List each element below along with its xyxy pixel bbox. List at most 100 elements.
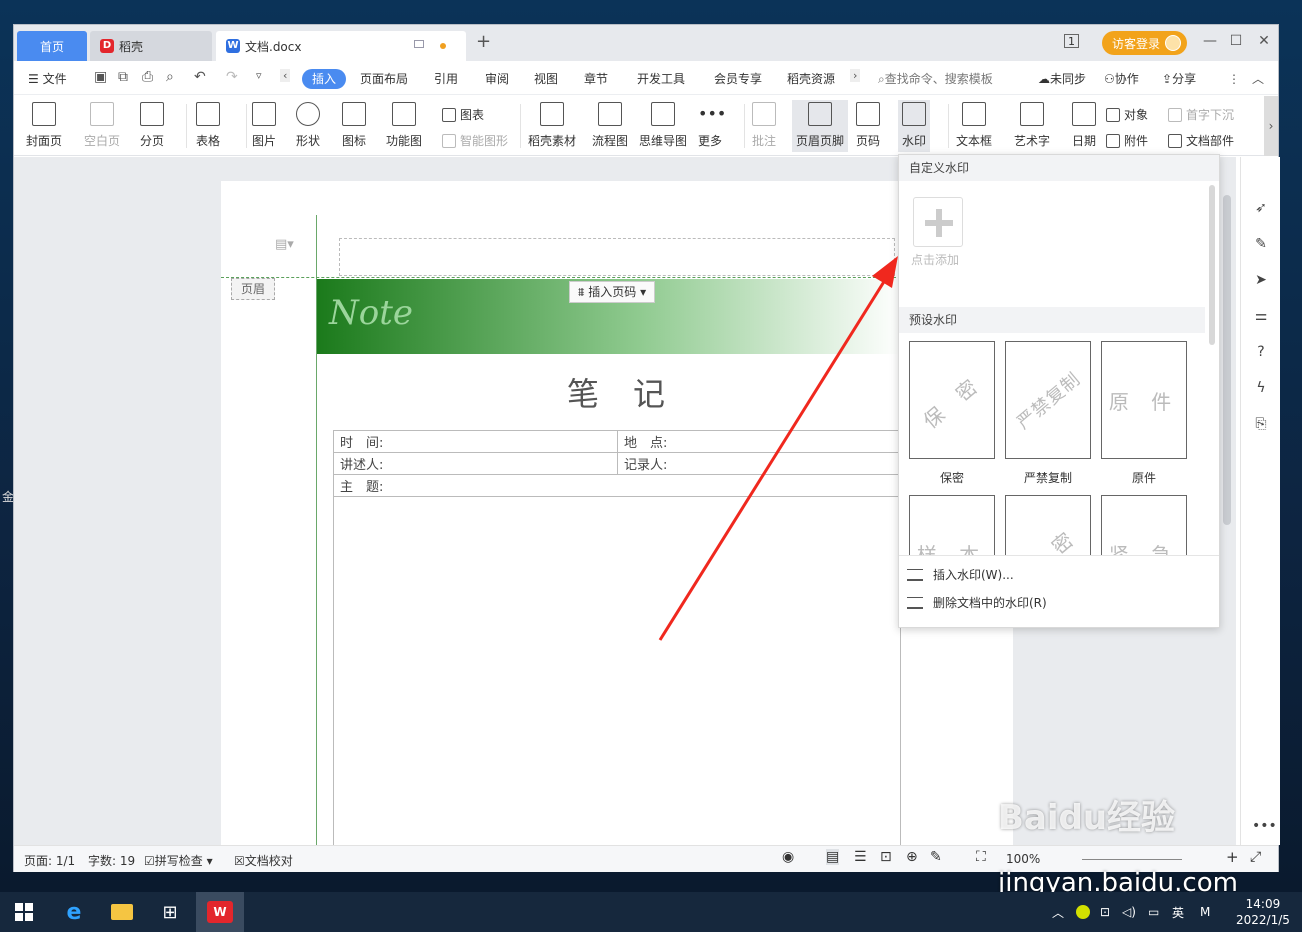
read-view-icon[interactable]: ⊡ (880, 849, 892, 865)
tab-chapter[interactable]: 章节 (584, 69, 608, 89)
vertical-scrollbar[interactable] (1222, 165, 1232, 805)
function-map-button[interactable]: 功能图 (386, 102, 422, 149)
table-cell[interactable]: 讲述人: (333, 452, 618, 475)
new-tab-button[interactable]: + (476, 31, 491, 52)
daoke-assets-button[interactable]: 稻壳素材 (528, 102, 576, 149)
tab-document[interactable]: W 文档.docx (216, 31, 466, 61)
outline-view-icon[interactable]: ☰ (854, 849, 867, 865)
minimize-button[interactable]: — (1198, 31, 1222, 51)
shape-button[interactable]: 形状 (296, 102, 320, 149)
edit-pen-icon[interactable]: ✎ (930, 849, 942, 865)
wordart-button[interactable]: 艺术字 (1014, 102, 1050, 149)
fit-page-icon[interactable]: ⛶ (976, 849, 986, 865)
collab-button[interactable]: ⚇协作 (1104, 69, 1139, 89)
tab-insert[interactable]: 插入 (302, 69, 347, 89)
delete-watermark-item[interactable]: 删除文档中的水印(R) (907, 594, 1047, 611)
lightning-icon[interactable]: ϟ (1252, 379, 1270, 397)
redo-icon[interactable]: ↷ (226, 69, 238, 85)
object-button[interactable]: 对象 (1106, 106, 1148, 123)
blank-page-button[interactable]: 空白页 (84, 102, 120, 149)
table-cell[interactable]: 主 题: (333, 474, 901, 497)
tab-references[interactable]: 引用 (434, 69, 458, 89)
zoom-level[interactable]: 100% (1006, 852, 1040, 866)
save-icon[interactable]: ▣ (94, 69, 107, 85)
pen-icon[interactable]: ✎ (1252, 235, 1270, 253)
page-view-icon[interactable]: ▤ (826, 849, 840, 865)
wps-taskbar-icon[interactable]: W (196, 892, 244, 932)
tab-daoke[interactable]: D 稻壳 (90, 31, 212, 61)
comment-button[interactable]: 批注 (752, 102, 776, 149)
table-button[interactable]: 表格 (196, 102, 220, 149)
customize-icon[interactable]: ▿ (256, 69, 262, 82)
date-button[interactable]: 日期 (1072, 102, 1096, 149)
file-menu[interactable]: ☰ 文件 (28, 69, 67, 89)
notes-table[interactable]: 时 间: 地 点: 讲述人: 记录人: 主 题: (333, 430, 901, 857)
network-icon[interactable]: ⊡ (1100, 892, 1110, 932)
tab-review[interactable]: 审阅 (485, 69, 509, 89)
guest-login-button[interactable]: 访客登录 (1102, 31, 1188, 55)
preset-watermark-original[interactable]: 原 件 (1101, 341, 1187, 459)
icons-button[interactable]: 图标 (342, 102, 366, 149)
preset-watermark-confidential[interactable]: 保 密 (909, 341, 995, 459)
header-footer-button[interactable]: 页眉页脚 (792, 100, 849, 152)
more-button[interactable]: ••• 更多 (698, 102, 726, 149)
collapse-ribbon-icon[interactable]: ︿ (1252, 69, 1264, 89)
maximize-button[interactable]: ☐ (1224, 31, 1248, 51)
web-view-icon[interactable]: ⊕ (906, 849, 918, 865)
attachment-button[interactable]: 附件 (1106, 132, 1148, 149)
rocket-icon[interactable]: ➶ (1252, 199, 1270, 217)
smart-graphic-button[interactable]: 智能图形 (442, 132, 508, 149)
tab-daoke-resources[interactable]: 稻壳资源 (787, 69, 835, 89)
table-cell[interactable]: 地 点: (617, 430, 901, 453)
drop-cap-button[interactable]: 首字下沉 (1168, 106, 1234, 123)
ime-mode[interactable]: M (1200, 892, 1210, 932)
ime-language[interactable]: 英 (1172, 892, 1184, 932)
table-cell[interactable]: 记录人: (617, 452, 901, 475)
notification-icon[interactable]: ▭ (1148, 892, 1159, 932)
print-preview-icon[interactable]: ⌕ (166, 69, 174, 85)
picture-button[interactable]: 图片 (252, 102, 276, 149)
store-icon[interactable]: ⊞ (146, 892, 194, 932)
share-button[interactable]: ⇪分享 (1162, 69, 1196, 89)
cursor-icon[interactable]: ➤ (1252, 271, 1270, 289)
file-explorer-icon[interactable] (98, 892, 146, 932)
scrollbar-thumb[interactable] (1223, 195, 1231, 525)
table-cell[interactable]: 时 间: (333, 430, 618, 453)
preset-watermark-sample[interactable]: 样 本 (909, 495, 995, 555)
add-watermark-button[interactable] (913, 197, 963, 247)
fullscreen-icon[interactable]: ⤢ (1250, 849, 1261, 865)
preset-watermark-urgent[interactable]: 紧 急 (1101, 495, 1187, 555)
settings-sliders-icon[interactable]: ⚌ (1252, 307, 1270, 325)
preset-watermark-top-secret[interactable]: 绝 密 (1005, 495, 1091, 555)
zoom-in-icon[interactable]: + (1226, 848, 1239, 866)
insert-watermark-item[interactable]: 插入水印(W)... (907, 566, 1014, 583)
help-icon[interactable]: ? (1252, 343, 1270, 361)
doc-part-button[interactable]: 文档部件 (1168, 132, 1234, 149)
doc-proof-button[interactable]: ☒文档校对 (234, 852, 293, 869)
document-page[interactable]: ▤▾ 页眉 Note ⩩ 插入页码 ▾ 笔记 时 间: 地 点: 讲述人: 记录人:… (221, 181, 1013, 857)
insert-page-number-button[interactable]: ⩩ 插入页码 ▾ (569, 281, 656, 303)
export-pdf-icon[interactable]: ⧉ (118, 69, 128, 85)
sync-status[interactable]: ☁未同步 (1038, 69, 1086, 89)
zoom-slider[interactable] (1082, 859, 1182, 860)
watermark-button[interactable]: 水印 (898, 100, 931, 152)
eye-icon[interactable]: ◉ (782, 849, 794, 865)
tab-developer[interactable]: 开发工具 (637, 69, 685, 89)
clock[interactable]: 14:09 2022/1/5 (1236, 892, 1290, 932)
textbox-button[interactable]: 文本框 (956, 102, 992, 149)
command-search[interactable]: ⌕查找命令、搜索模板 (878, 69, 993, 89)
edge-browser-icon[interactable]: e (50, 892, 98, 932)
header-edit-area[interactable] (339, 238, 895, 276)
sidebar-more-icon[interactable]: ••• (1252, 817, 1277, 835)
mindmap-button[interactable]: 思维导图 (639, 102, 687, 149)
volume-icon[interactable]: ◁) (1122, 892, 1136, 932)
print-icon[interactable]: ⎙ (142, 69, 153, 85)
tray-expand-icon[interactable]: ︿ (1052, 892, 1064, 932)
page-number-button[interactable]: 页码 (856, 102, 880, 149)
preset-watermark-no-copy[interactable]: 严禁复制 (1005, 341, 1091, 459)
spell-check-button[interactable]: ☑拼写检查 ▾ (144, 852, 213, 869)
window-mode-icon[interactable]: 1 (1064, 34, 1079, 48)
chart-button[interactable]: 图表 (442, 106, 484, 123)
tab-page-layout[interactable]: 页面布局 (360, 69, 408, 89)
table-cell-content[interactable] (333, 496, 901, 857)
